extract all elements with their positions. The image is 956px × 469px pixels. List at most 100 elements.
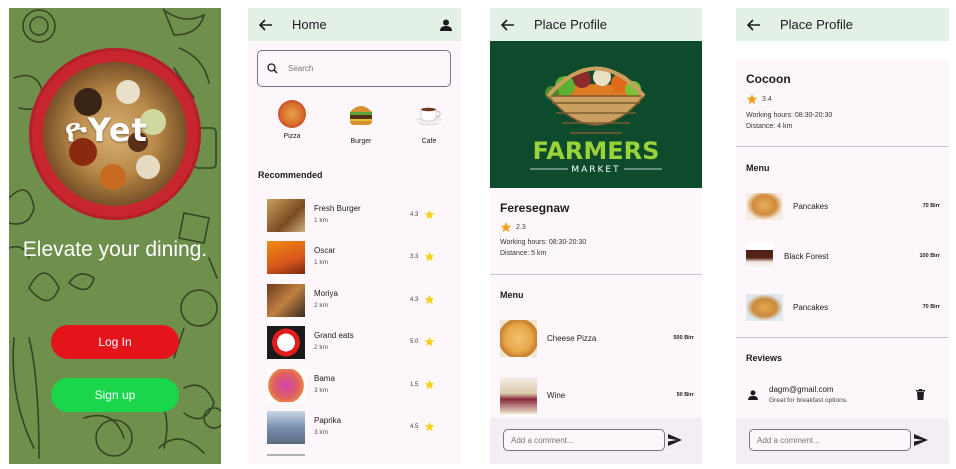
menu-item-price: 50 Birr [676, 392, 694, 398]
menu-item-thumbnail [746, 193, 783, 220]
review-user: dagm@gmail.com [769, 385, 834, 394]
restaurant-rating: 4.3 [410, 297, 419, 303]
menu-item[interactable]: Pancakes 70 Birr [746, 193, 941, 231]
burger-icon [350, 106, 372, 125]
section-title-recommended: Recommended [258, 170, 323, 180]
banner-subtitle: MARKET [571, 165, 620, 175]
restaurant-thumbnail [267, 199, 305, 232]
menu-item-name: Pancakes [793, 303, 829, 312]
place-banner-image: FARMERS MARKET [490, 41, 702, 188]
place-profile-screen-2: Place Profile Cocoon 3.4 Working hours: … [736, 8, 949, 464]
review-item: dagm@gmail.com Great for breakfast optio… [746, 384, 941, 408]
delete-icon[interactable] [916, 389, 925, 400]
star-icon [746, 94, 758, 104]
comment-bar [490, 418, 702, 464]
app-logo: ዮYet [65, 111, 148, 149]
comment-input[interactable] [749, 429, 911, 451]
place-info: Working hours: 08:30-20:30 Distance: 4 k… [746, 111, 832, 132]
partial-row-edge [267, 454, 305, 456]
send-icon[interactable] [914, 434, 928, 446]
send-icon[interactable] [668, 434, 682, 446]
page-title: Place Profile [780, 17, 853, 32]
tagline: Elevate your dining. [22, 238, 208, 261]
menu-item[interactable]: Wine 50 Birr [500, 377, 695, 415]
menu-item-thumbnail [746, 294, 783, 321]
restaurant-name: Oscar [314, 246, 336, 255]
back-arrow-icon[interactable] [501, 18, 515, 32]
splash-screen: ዮYet Elevate your dining. Log In Sign up [9, 8, 221, 464]
menu-item-thumbnail [746, 243, 773, 270]
restaurant-row[interactable]: Fresh Burger 1 km 4.3 [267, 199, 447, 233]
restaurant-rating: 5.0 [410, 339, 419, 345]
restaurant-distance: 1 km [314, 217, 329, 224]
place-rating: 3.4 [746, 93, 772, 105]
distance: Distance: 4 km [746, 122, 793, 130]
search-input[interactable] [286, 63, 430, 74]
menu-item-thumbnail [500, 320, 537, 357]
signup-button[interactable]: Sign up [51, 378, 179, 412]
restaurant-distance: 3 km [314, 429, 329, 436]
restaurant-rating: 1.5 [410, 382, 419, 388]
menu-item-name: Cheese Pizza [547, 334, 597, 343]
account-icon[interactable] [440, 19, 452, 31]
divider [736, 146, 949, 147]
comment-input[interactable] [503, 429, 665, 451]
category-pizza[interactable]: Pizza [272, 100, 312, 140]
working-hours: Working hours: 08:30-20:30 [746, 112, 833, 119]
review-text: Great for breakfast options. [769, 397, 848, 404]
menu-item-price: 100 Birr [919, 253, 941, 259]
restaurant-name: Fresh Burger [314, 204, 361, 213]
place-info: Working hours: 08:30-20:30 Distance: 5 k… [500, 238, 586, 259]
rating-value: 2.3 [516, 223, 526, 231]
menu-item-thumbnail [500, 377, 537, 414]
restaurant-row[interactable]: Oscar 1 km 3.3 [267, 241, 447, 275]
menu-item-name: Wine [547, 391, 566, 400]
menu-item[interactable]: Black Forest 100 Birr [746, 243, 941, 281]
menu-item[interactable]: Cheese Pizza 500 Birr [500, 320, 695, 358]
section-title-reviews: Reviews [746, 353, 783, 363]
menu-item-price: 500 Birr [673, 335, 695, 341]
restaurant-name: Bama [314, 374, 335, 383]
category-burger[interactable]: Burger [341, 100, 381, 145]
restaurant-row[interactable]: Grand eats 2 km 5.0 [267, 326, 447, 360]
star-icon [500, 222, 512, 232]
page-title: Place Profile [534, 17, 607, 32]
back-arrow-icon[interactable] [747, 18, 761, 32]
divider [736, 337, 949, 338]
restaurant-distance: 3 km [314, 387, 329, 394]
restaurant-thumbnail [267, 284, 305, 317]
restaurant-distance: 2 km [314, 302, 329, 309]
divider [490, 274, 702, 275]
search-icon [267, 63, 278, 74]
login-button[interactable]: Log In [51, 325, 179, 359]
restaurant-row[interactable]: Bama 3 km 1.5 [267, 369, 447, 403]
restaurant-row[interactable]: Moriya 2 km 4.3 [267, 284, 447, 318]
category-cafe[interactable]: Cafe [409, 100, 449, 145]
section-title-menu: Menu [500, 290, 524, 300]
place-name: Feresegnaw [500, 201, 570, 215]
star-icon [424, 421, 435, 432]
restaurant-name: Paprika [314, 416, 342, 425]
menu-item-price: 70 Birr [922, 304, 940, 310]
page-title: Home [292, 17, 327, 32]
app-bar: Place Profile [490, 8, 702, 41]
section-title-menu: Menu [746, 163, 770, 173]
app-bar: Home [248, 8, 461, 41]
menu-item[interactable]: Pancakes 70 Birr [746, 294, 941, 332]
restaurant-thumbnail [267, 326, 305, 359]
restaurant-row[interactable]: Paprika 3 km 4.5 [267, 411, 447, 445]
restaurant-distance: 2 km [314, 344, 329, 351]
category-label: Burger [350, 138, 372, 145]
app-bar: Place Profile [736, 8, 949, 41]
star-icon [424, 294, 435, 305]
star-icon [424, 209, 435, 220]
restaurant-name: Moriya [314, 289, 339, 298]
menu-item-name: Pancakes [793, 202, 829, 211]
working-hours: Working hours: 08:30-20:30 [500, 239, 587, 246]
account-icon [748, 390, 758, 400]
search-bar[interactable] [257, 50, 451, 87]
star-icon [424, 379, 435, 390]
back-arrow-icon[interactable] [259, 18, 273, 32]
banner-title: FARMERS [533, 137, 660, 165]
header-spacer [736, 41, 949, 59]
